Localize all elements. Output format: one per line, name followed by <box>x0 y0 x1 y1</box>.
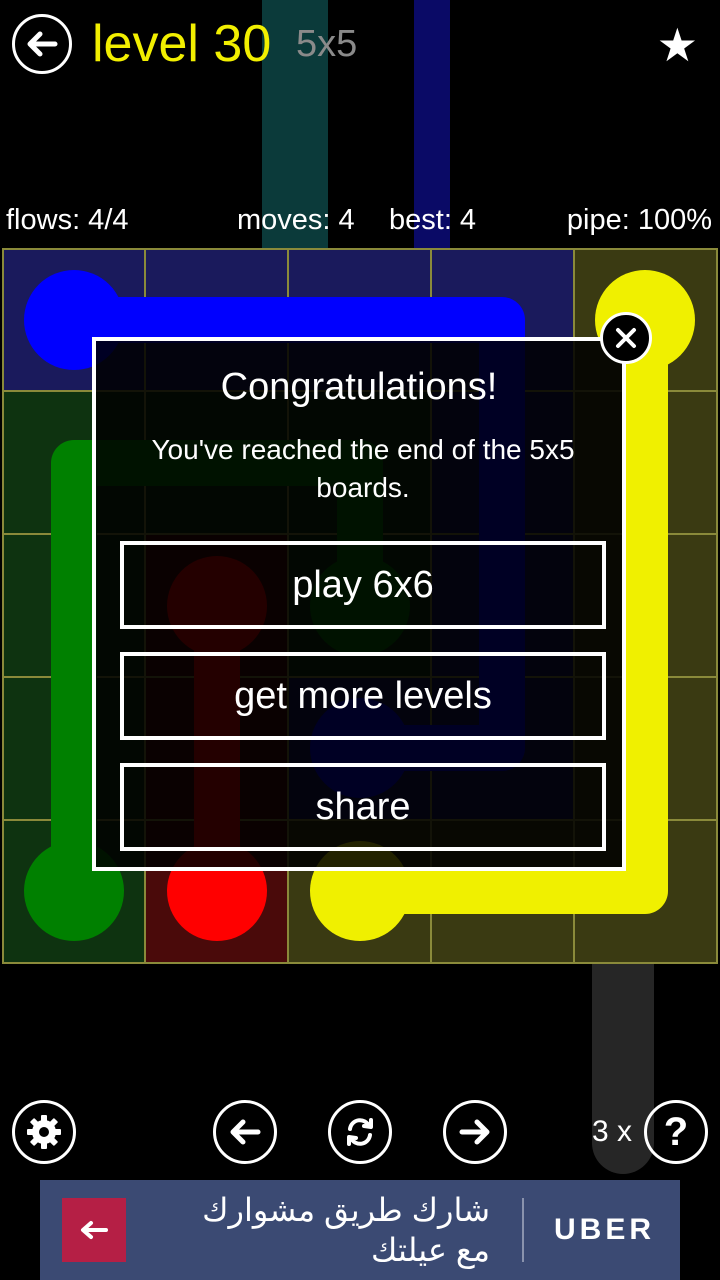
ad-text-line2: مع عيلتك <box>370 1232 490 1268</box>
star-icon[interactable]: ★ <box>657 20 698 70</box>
restart-button[interactable] <box>328 1100 392 1164</box>
close-button[interactable] <box>600 312 652 364</box>
hints-count: 3 x <box>592 1115 633 1148</box>
next-level-button[interactable] <box>443 1100 507 1164</box>
arrow-left-icon <box>27 31 58 57</box>
back-button[interactable] <box>12 14 72 74</box>
hint-button[interactable]: ? <box>644 1100 708 1164</box>
completion-dialog: Congratulations! You've reached the end … <box>92 337 626 871</box>
best-stat: best: 4 <box>389 204 477 236</box>
arrow-right-icon <box>459 1119 490 1145</box>
question-icon: ? <box>663 1110 689 1154</box>
dialog-title: Congratulations! <box>220 366 498 408</box>
board-size-label: 5x5 <box>296 23 358 65</box>
flows-stat: flows: 4/4 <box>6 204 129 236</box>
ad-arrow-button[interactable] <box>62 1198 126 1262</box>
gear-icon <box>27 1115 61 1149</box>
ad-banner[interactable]: شارك طريق مشوارك مع عيلتك UBER <box>40 1180 680 1280</box>
close-icon <box>616 328 636 348</box>
arrow-left-icon <box>230 1119 261 1145</box>
share-button[interactable]: share <box>120 763 606 851</box>
ad-divider <box>522 1198 524 1262</box>
ad-text-line1: شارك طريق مشوارك <box>202 1192 490 1228</box>
settings-button[interactable] <box>12 1100 76 1164</box>
dialog-message: You've reached the end of the 5x5 boards… <box>151 434 575 503</box>
pipe-stat: pipe: 100% <box>566 204 712 236</box>
previous-level-button[interactable] <box>213 1100 277 1164</box>
get-more-levels-button[interactable]: get more levels <box>120 652 606 740</box>
refresh-icon <box>347 1118 373 1146</box>
moves-stat: moves: 4 <box>237 204 355 236</box>
play-next-size-button[interactable]: play 6x6 <box>120 541 606 629</box>
level-title: level 30 <box>92 15 272 73</box>
ad-brand: UBER <box>554 1213 656 1246</box>
arrow-left-icon <box>81 1221 108 1239</box>
